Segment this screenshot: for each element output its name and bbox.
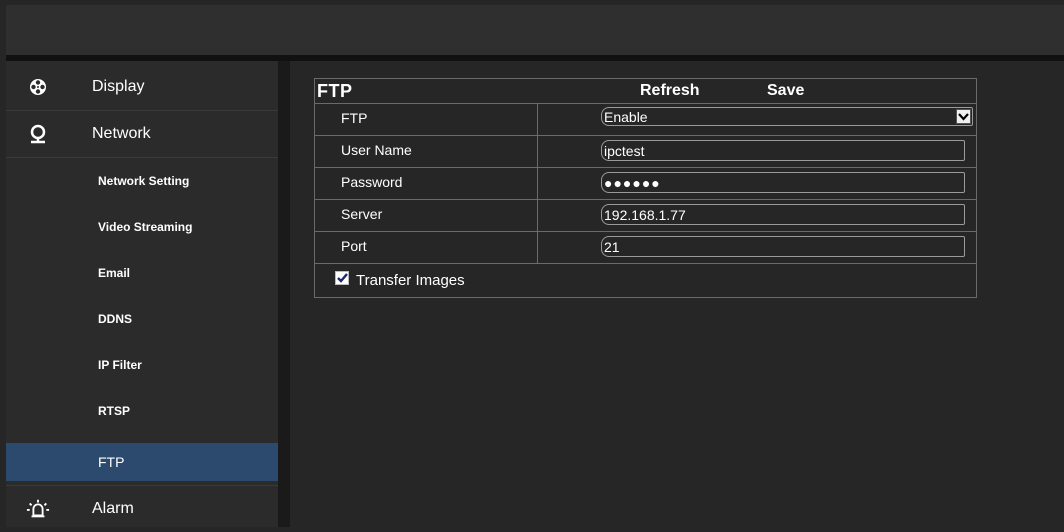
port-row: Port [315, 232, 976, 264]
sidebar-subitem-video-streaming[interactable]: Video Streaming [6, 204, 278, 249]
top-bar [6, 5, 1064, 55]
sidebar: Display Network Network Setting Video St… [6, 61, 278, 527]
sidebar-subitem-label: FTP [98, 454, 125, 470]
checkmark-icon [336, 272, 348, 283]
panel-title: FTP [317, 81, 353, 101]
ftp-settings-panel: FTP Refresh Save FTP Enable User Name Pa… [314, 78, 977, 298]
server-label: Server [341, 206, 383, 222]
sidebar-subitem-ip-filter[interactable]: IP Filter [6, 342, 278, 387]
sidebar-subitem-label: Video Streaming [98, 219, 193, 234]
sidebar-item-alarm[interactable]: Alarm [6, 485, 278, 532]
sidebar-subitem-label: RTSP [98, 403, 131, 418]
column-separator [537, 232, 538, 263]
refresh-button[interactable]: Refresh [640, 82, 700, 100]
sidebar-subitem-label: DDNS [98, 311, 133, 326]
ftp-select-value: Enable [604, 109, 648, 125]
main-content: FTP Refresh Save FTP Enable User Name Pa… [290, 61, 1064, 527]
location-pin-icon [26, 122, 50, 146]
password-label: Password [341, 174, 403, 190]
column-separator [537, 168, 538, 199]
password-input[interactable] [601, 172, 965, 193]
user-name-label: User Name [341, 142, 412, 158]
sidebar-subitem-rtsp[interactable]: RTSP [6, 388, 278, 433]
user-name-input[interactable] [601, 140, 965, 161]
server-input[interactable] [601, 204, 965, 225]
transfer-images-label: Transfer Images [356, 272, 465, 289]
column-separator [537, 104, 538, 135]
sidebar-subitem-label: Email [98, 265, 131, 280]
chevron-down-icon[interactable] [956, 109, 971, 124]
port-input[interactable] [601, 236, 965, 257]
transfer-images-checkbox[interactable] [335, 270, 349, 285]
password-row: Password [315, 168, 976, 200]
sidebar-item-label: Alarm [92, 500, 134, 517]
sidebar-item-label: Display [92, 78, 145, 95]
sidebar-item-label: Network [92, 125, 151, 142]
alarm-light-icon [26, 497, 50, 521]
sidebar-item-network[interactable]: Network [6, 111, 278, 158]
column-separator [537, 136, 538, 167]
save-button[interactable]: Save [767, 82, 804, 100]
port-label: Port [341, 238, 367, 254]
sidebar-subitem-label: Network Setting [98, 173, 190, 188]
sidebar-subitem-ftp[interactable]: FTP [6, 443, 278, 481]
sidebar-subitem-ddns[interactable]: DDNS [6, 296, 278, 341]
user-name-row: User Name [315, 136, 976, 168]
sidebar-subitem-label: IP Filter [98, 357, 142, 372]
sidebar-divider [278, 61, 290, 527]
column-separator [537, 200, 538, 231]
transfer-images-option: Transfer Images [335, 266, 465, 289]
film-reel-icon [26, 75, 50, 99]
server-row: Server [315, 200, 976, 232]
sidebar-subitem-network-setting[interactable]: Network Setting [6, 158, 278, 203]
ftp-select[interactable]: Enable [601, 107, 973, 126]
panel-header: FTP Refresh Save [315, 79, 976, 104]
ftp-row: FTP Enable [315, 104, 976, 136]
ftp-label: FTP [341, 110, 368, 126]
sidebar-subitem-email[interactable]: Email [6, 250, 278, 295]
sidebar-item-display[interactable]: Display [6, 64, 278, 111]
